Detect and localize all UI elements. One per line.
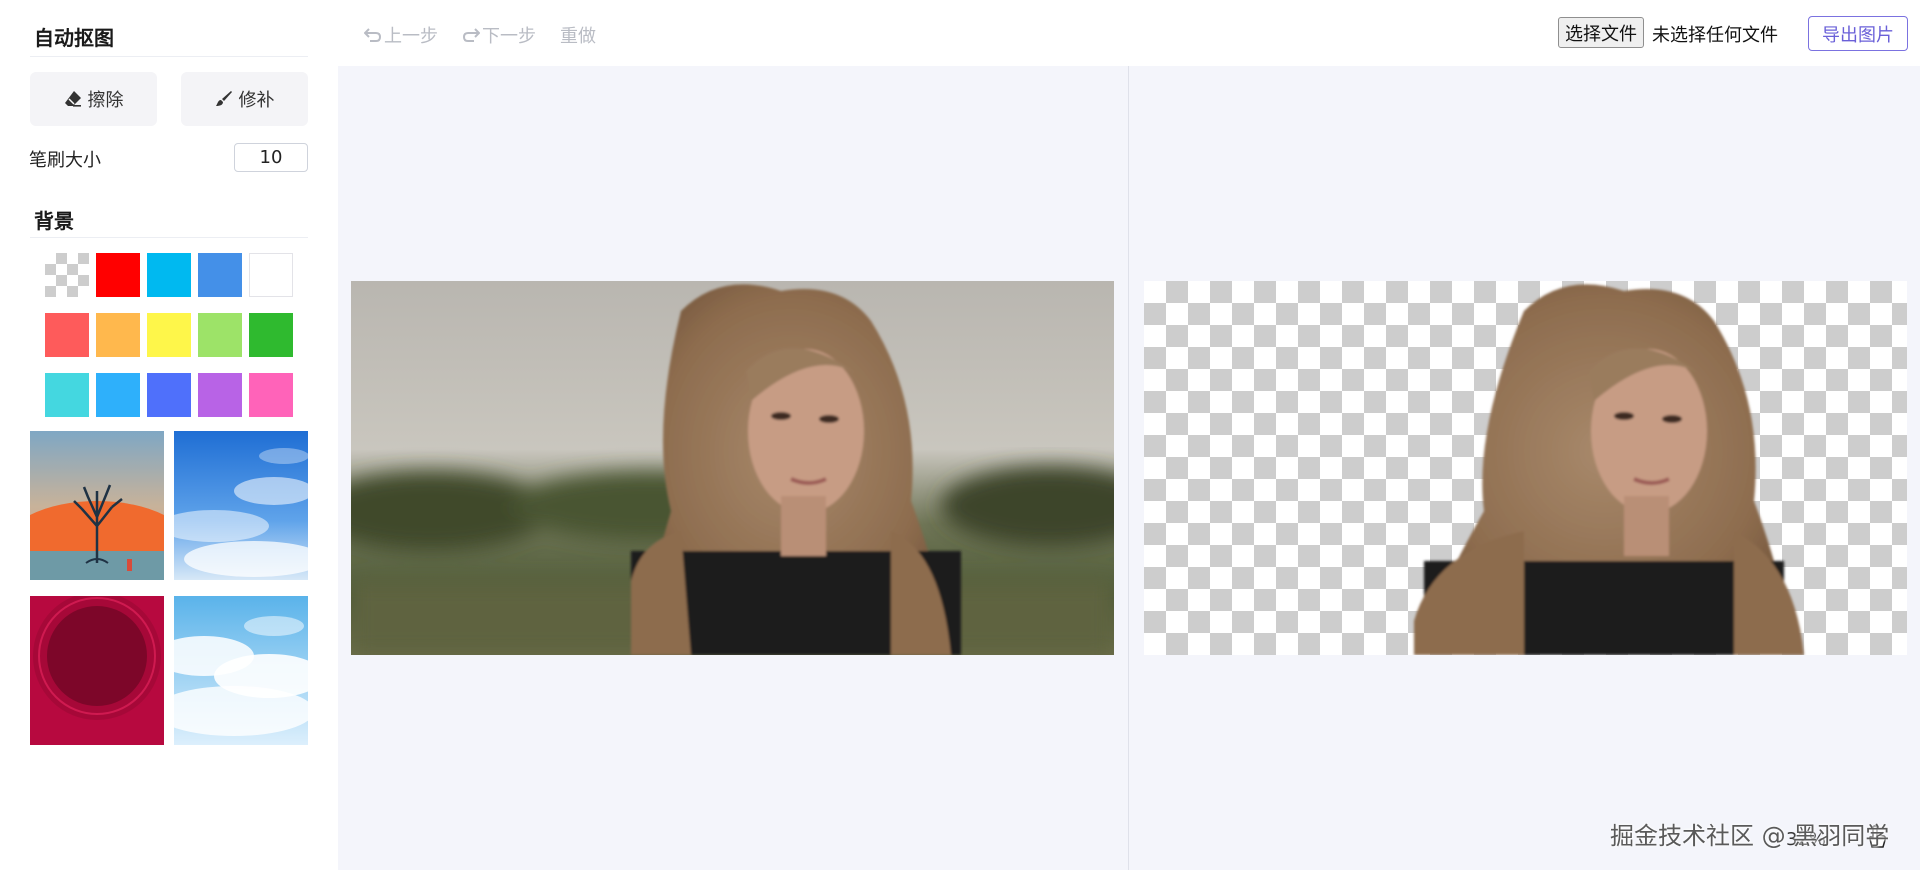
background-title: 背景 xyxy=(34,209,74,233)
choose-file-button[interactable]: 选择文件 xyxy=(1558,17,1644,48)
export-label: 导出图片 xyxy=(1822,24,1894,46)
blue-sky-image xyxy=(174,431,308,580)
original-image[interactable] xyxy=(351,281,1114,655)
color-swatch[interactable] xyxy=(198,253,242,297)
background-image-blue-sky[interactable] xyxy=(174,431,308,580)
brush-size-label: 笔刷大小 xyxy=(29,150,101,171)
undo-button[interactable]: 上一步 xyxy=(364,22,438,48)
file-status: 未选择任何文件 xyxy=(1652,25,1778,46)
background-image-red-circle[interactable] xyxy=(30,596,164,745)
undo-icon xyxy=(364,28,382,42)
result-image[interactable] xyxy=(1144,281,1907,655)
repair-label: 修补 xyxy=(238,90,275,111)
cutout-photo xyxy=(1414,284,1804,655)
divider xyxy=(30,237,308,238)
color-swatch[interactable] xyxy=(45,313,89,357)
redo-icon xyxy=(462,28,480,42)
color-swatch[interactable] xyxy=(198,373,242,417)
eraser-icon xyxy=(64,91,81,107)
brush-icon xyxy=(215,91,232,106)
color-swatch[interactable] xyxy=(249,253,293,297)
color-swatch[interactable] xyxy=(198,313,242,357)
color-swatch[interactable] xyxy=(147,373,191,417)
repair-button[interactable]: 修补 xyxy=(181,72,308,126)
watermark: 掘金技术社区 @ 黑羽同学 xyxy=(1610,822,1890,850)
export-button[interactable]: 导出图片 xyxy=(1808,16,1908,51)
tree-sunset-image xyxy=(30,431,164,580)
sidebar: 自动抠图 擦除 修补 笔刷大小 背景 xyxy=(0,0,338,870)
background-image-light-clouds[interactable] xyxy=(174,596,308,745)
color-swatch[interactable] xyxy=(249,313,293,357)
light-clouds-image xyxy=(174,596,308,745)
canvas-divider xyxy=(1128,66,1129,870)
choose-file-label: 选择文件 xyxy=(1565,23,1637,45)
erase-button[interactable]: 擦除 xyxy=(30,72,157,126)
red-circle-image xyxy=(30,596,164,745)
color-swatch[interactable] xyxy=(96,253,140,297)
reset-label: 重做 xyxy=(560,26,596,47)
color-swatch[interactable] xyxy=(147,313,191,357)
color-swatch[interactable] xyxy=(45,373,89,417)
swatch-transparent[interactable] xyxy=(45,253,89,297)
color-swatch[interactable] xyxy=(96,313,140,357)
sidebar-title: 自动抠图 xyxy=(34,26,114,50)
color-swatch[interactable] xyxy=(147,253,191,297)
brush-size-input[interactable] xyxy=(234,143,308,172)
reset-button[interactable]: 重做 xyxy=(560,22,596,48)
undo-label: 上一步 xyxy=(384,26,438,47)
redo-button[interactable]: 下一步 xyxy=(462,22,536,48)
redo-label: 下一步 xyxy=(482,26,536,47)
erase-label: 擦除 xyxy=(87,90,124,111)
color-swatch[interactable] xyxy=(96,373,140,417)
color-swatch[interactable] xyxy=(249,373,293,417)
divider xyxy=(30,56,308,57)
background-image-tree-sunset[interactable] xyxy=(30,431,164,580)
original-photo xyxy=(351,281,1114,655)
